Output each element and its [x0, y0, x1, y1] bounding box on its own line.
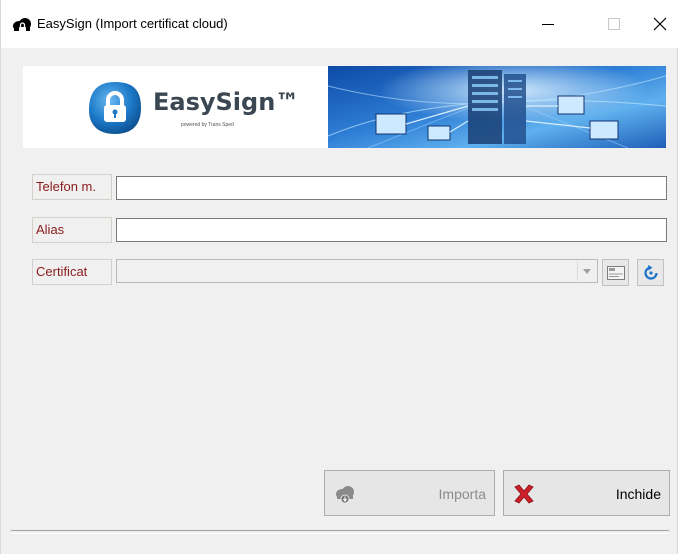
padlock-logo-icon: [89, 82, 141, 134]
title-bar: EasySign (Import certificat cloud): [1, 0, 678, 48]
minimize-icon: [542, 24, 554, 25]
importa-button[interactable]: Importa: [324, 470, 495, 516]
logo-text: EasySign™: [153, 88, 300, 116]
telefon-input[interactable]: [116, 176, 667, 200]
easysign-logo: EasySign™ powered by Trans Sped: [23, 66, 328, 148]
certificat-select[interactable]: [116, 259, 598, 283]
close-window-button[interactable]: [637, 0, 678, 48]
inchide-label: Inchide: [615, 486, 661, 502]
maximize-icon: [608, 18, 620, 30]
importa-label: Importa: [438, 486, 486, 502]
inchide-button[interactable]: Inchide: [503, 470, 670, 516]
certificat-label: Certificat: [32, 259, 112, 285]
chevron-down-icon: [583, 268, 591, 274]
close-icon: [653, 17, 667, 31]
status-bar-divider: [11, 530, 669, 534]
refresh-certificates-button[interactable]: [637, 259, 664, 286]
close-x-icon: [514, 484, 534, 504]
logo-subtitle: powered by Trans Sped: [181, 122, 234, 128]
minimize-button[interactable]: [525, 0, 571, 48]
certificate-view-icon: [606, 265, 625, 280]
certificat-dropdown-button[interactable]: [577, 261, 596, 281]
telefon-label: Telefon m.: [32, 174, 112, 200]
network-server-illustration: [328, 66, 666, 148]
alias-label: Alias: [32, 217, 112, 243]
maximize-button[interactable]: [591, 0, 637, 48]
cloud-lock-icon: [13, 18, 31, 33]
view-certificate-button[interactable]: [602, 259, 629, 286]
app-window: EasySign (Import certificat cloud) EasyS…: [0, 0, 678, 554]
window-title: EasySign (Import certificat cloud): [37, 16, 228, 31]
cloud-download-icon: [336, 486, 354, 504]
alias-input[interactable]: [116, 218, 667, 242]
header-banner: EasySign™ powered by Trans Sped: [23, 66, 666, 148]
refresh-icon: [643, 264, 658, 280]
